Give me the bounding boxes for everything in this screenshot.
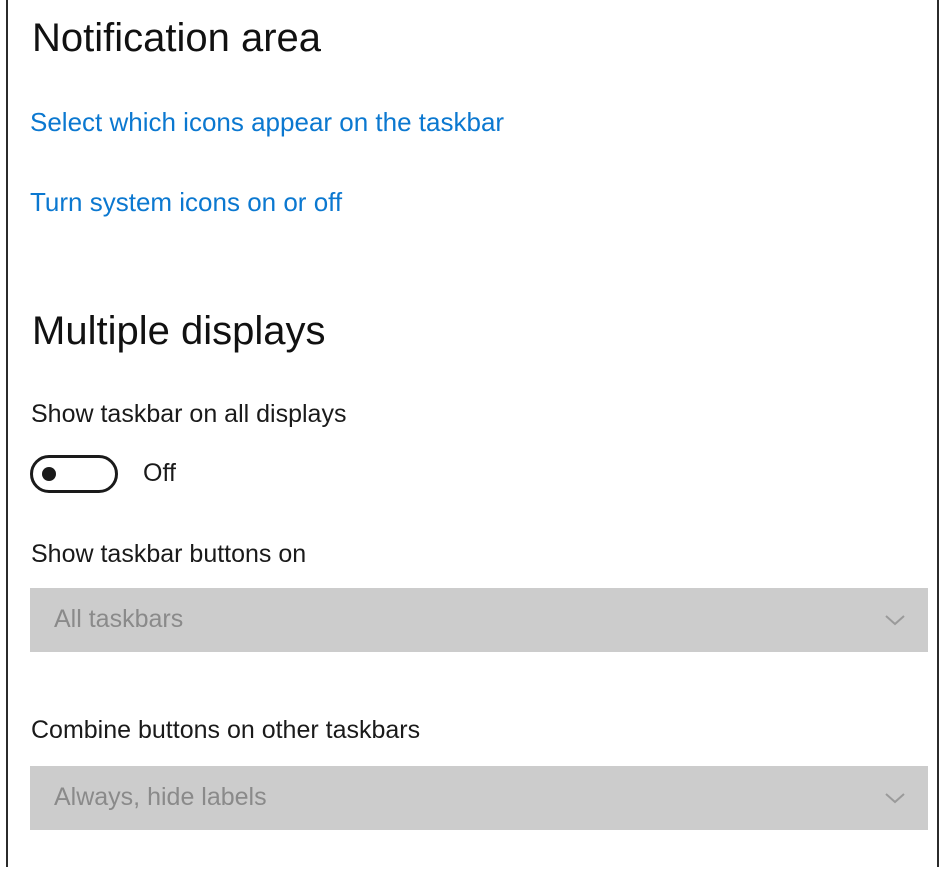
- combine-buttons-dropdown[interactable]: Always, hide labels: [30, 766, 928, 830]
- turn-system-icons-link[interactable]: Turn system icons on or off: [30, 189, 342, 215]
- show-taskbar-all-displays-toggle[interactable]: [30, 455, 118, 493]
- taskbar-buttons-on-dropdown[interactable]: All taskbars: [30, 588, 928, 652]
- chevron-down-icon: [885, 615, 905, 626]
- combine-buttons-label: Combine buttons on other taskbars: [31, 716, 421, 744]
- show-taskbar-all-displays-label: Show taskbar on all displays: [31, 400, 347, 428]
- combine-buttons-value: Always, hide labels: [54, 783, 267, 811]
- taskbar-buttons-on-value: All taskbars: [54, 605, 184, 633]
- notification-area-heading: Notification area: [32, 16, 322, 60]
- toggle-knob: [42, 467, 56, 481]
- show-taskbar-buttons-on-label: Show taskbar buttons on: [31, 540, 307, 568]
- toggle-state-text: Off: [143, 459, 176, 487]
- multiple-displays-heading: Multiple displays: [32, 309, 326, 353]
- chevron-down-icon: [885, 793, 905, 804]
- select-taskbar-icons-link[interactable]: Select which icons appear on the taskbar: [30, 109, 504, 135]
